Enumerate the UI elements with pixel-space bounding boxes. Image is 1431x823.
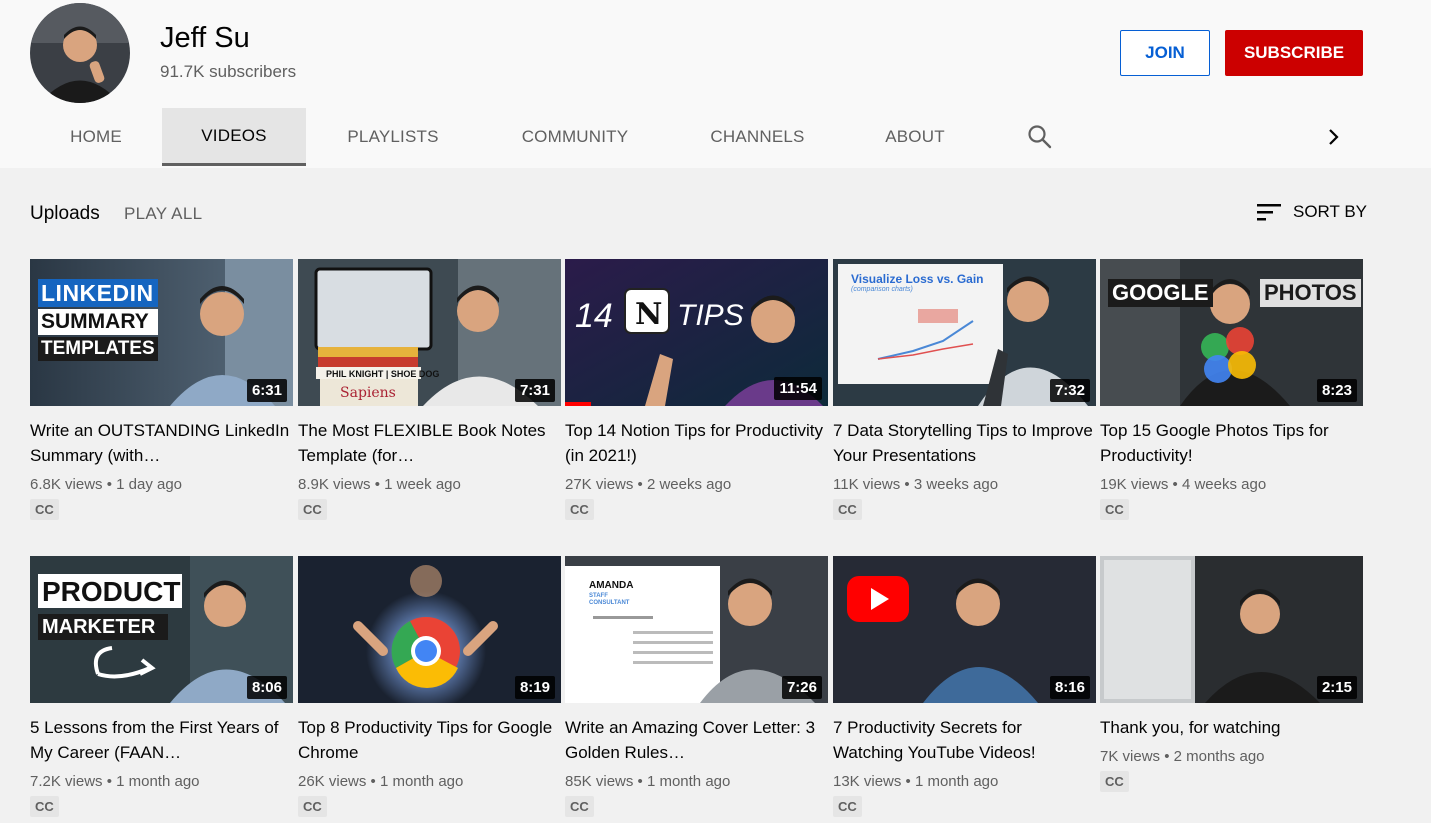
sort-by-label: SORT BY <box>1293 202 1368 221</box>
tab-channels[interactable]: CHANNELS <box>670 108 845 166</box>
video-card[interactable]: PRODUCT MARKETER 8:06 5 Lessons from the… <box>30 556 293 817</box>
video-card[interactable]: PHIL KNIGHT | SHOE DOG Sapiens 7:31 The … <box>298 259 561 520</box>
video-title[interactable]: 7 Data Storytelling Tips to Improve Your… <box>833 418 1096 468</box>
video-title[interactable]: Thank you, for watching <box>1100 715 1363 740</box>
cc-badge: CC <box>1100 499 1129 520</box>
cc-badge: CC <box>1100 771 1129 792</box>
video-duration: 8:06 <box>246 676 287 699</box>
thumbnail-text: STAFF <box>589 593 608 599</box>
join-button[interactable]: JOIN <box>1120 30 1210 76</box>
video-duration: 7:31 <box>514 379 555 402</box>
sort-icon <box>1257 204 1281 221</box>
video-meta: 6.8K views • 1 day ago <box>30 476 183 493</box>
video-thumbnail[interactable]: PHIL KNIGHT | SHOE DOG Sapiens 7:31 <box>298 259 561 406</box>
thumbnail-text: TEMPLATES <box>41 338 155 359</box>
video-meta: 13K views • 1 month ago <box>833 773 999 790</box>
sort-by-button[interactable]: SORT BY <box>1257 200 1367 224</box>
video-title[interactable]: Write an Amazing Cover Letter: 3 Golden … <box>565 715 828 765</box>
video-thumbnail[interactable]: PRODUCT MARKETER 8:06 <box>30 556 293 703</box>
video-thumbnail[interactable]: 8:19 <box>298 556 561 703</box>
thumbnail-text: LINKEDIN <box>41 280 154 306</box>
video-duration: 8:19 <box>514 676 555 699</box>
play-all-button[interactable]: PLAY ALL <box>124 204 202 224</box>
video-meta: 27K views • 2 weeks ago <box>565 476 732 493</box>
video-duration: 8:23 <box>1316 379 1357 402</box>
video-duration: 8:16 <box>1049 676 1090 699</box>
video-title[interactable]: Top 14 Notion Tips for Productivity (in … <box>565 418 828 468</box>
cc-badge: CC <box>833 499 862 520</box>
video-card[interactable]: 14 N TIPS 11:54 Top 14 Notion Tips for P… <box>565 259 828 520</box>
tab-about[interactable]: ABOUT <box>845 108 985 166</box>
cc-badge: CC <box>565 796 594 817</box>
video-meta: 7K views • 2 months ago <box>1100 748 1265 765</box>
thumbnail-text: 14 <box>575 297 613 335</box>
video-card[interactable]: Visualize Loss vs. Gain (comparison char… <box>833 259 1096 520</box>
thumbnail-text: TIPS <box>677 299 744 332</box>
cc-badge: CC <box>298 499 327 520</box>
video-thumbnail[interactable]: 14 N TIPS 11:54 <box>565 259 828 406</box>
thumbnail-text: (comparison charts) <box>851 286 913 293</box>
video-card[interactable]: 2:15 Thank you, for watching 7K views • … <box>1100 556 1363 792</box>
video-card[interactable]: 8:19 Top 8 Productivity Tips for Google … <box>298 556 561 817</box>
cc-badge: CC <box>30 796 59 817</box>
video-card[interactable]: 8:16 7 Productivity Secrets for Watching… <box>833 556 1096 817</box>
thumbnail-text: Sapiens <box>340 385 396 401</box>
cc-badge: CC <box>565 499 594 520</box>
video-title[interactable]: Top 15 Google Photos Tips for Productivi… <box>1100 418 1363 468</box>
video-thumbnail[interactable]: 8:16 <box>833 556 1096 703</box>
cc-badge: CC <box>30 499 59 520</box>
video-title[interactable]: Write an OUTSTANDING LinkedIn Summary (w… <box>30 418 293 468</box>
video-card[interactable]: LINKEDIN SUMMARY TEMPLATES 6:31 Write an… <box>30 259 293 520</box>
tab-community[interactable]: COMMUNITY <box>480 108 670 166</box>
video-duration: 6:31 <box>246 379 287 402</box>
video-duration: 7:26 <box>781 676 822 699</box>
channel-header: Jeff Su 91.7K subscribers JOIN SUBSCRIBE… <box>0 0 1431 168</box>
thumbnail-text: CONSULTANT <box>589 600 630 606</box>
video-thumbnail[interactable]: AMANDA STAFF CONSULTANT 7:26 <box>565 556 828 703</box>
tab-playlists[interactable]: PLAYLISTS <box>306 108 480 166</box>
channel-name: Jeff Su <box>160 22 250 54</box>
channel-avatar[interactable] <box>30 3 130 103</box>
video-meta: 19K views • 4 weeks ago <box>1100 476 1267 493</box>
thumbnail-text: PRODUCT <box>42 576 181 607</box>
video-duration: 2:15 <box>1316 676 1357 699</box>
video-thumbnail[interactable]: GOOGLE PHOTOS 8:23 <box>1100 259 1363 406</box>
thumbnail-text: GOOGLE <box>1108 279 1213 307</box>
video-thumbnail[interactable]: 2:15 <box>1100 556 1363 703</box>
video-meta: 11K views • 3 weeks ago <box>833 476 999 493</box>
video-meta: 7.2K views • 1 month ago <box>30 773 200 790</box>
watch-progress-bar <box>565 402 592 406</box>
video-thumbnail[interactable]: LINKEDIN SUMMARY TEMPLATES 6:31 <box>30 259 293 406</box>
thumbnail-text: N <box>635 297 663 332</box>
cc-badge: CC <box>298 796 327 817</box>
tab-home[interactable]: HOME <box>30 108 162 166</box>
video-meta: 85K views • 1 month ago <box>565 773 731 790</box>
subscribe-button[interactable]: SUBSCRIBE <box>1225 30 1363 76</box>
video-meta: 8.9K views • 1 week ago <box>298 476 461 493</box>
thumbnail-text: Visualize Loss vs. Gain <box>851 272 984 286</box>
thumbnail-text: PHIL KNIGHT | SHOE DOG <box>326 369 440 379</box>
video-title[interactable]: Top 8 Productivity Tips for Google Chrom… <box>298 715 561 765</box>
video-card[interactable]: AMANDA STAFF CONSULTANT 7:26 Write an Am… <box>565 556 828 817</box>
thumbnail-text: AMANDA <box>589 580 634 591</box>
channel-search-icon[interactable] <box>1025 122 1055 152</box>
thumbnail-text: SUMMARY <box>41 310 149 333</box>
thumbnail-text: MARKETER <box>42 616 156 638</box>
video-duration: 7:32 <box>1049 379 1090 402</box>
thumbnail-text: PHOTOS <box>1260 279 1361 307</box>
video-title[interactable]: The Most FLEXIBLE Book Notes Template (f… <box>298 418 561 468</box>
cc-badge: CC <box>833 796 862 817</box>
section-title: Uploads <box>30 203 100 224</box>
chevron-right-icon[interactable] <box>1320 124 1346 150</box>
subscriber-count: 91.7K subscribers <box>160 62 297 81</box>
video-title[interactable]: 5 Lessons from the First Years of My Car… <box>30 715 293 765</box>
tab-videos[interactable]: VIDEOS <box>162 108 306 166</box>
video-title[interactable]: 7 Productivity Secrets for Watching YouT… <box>833 715 1096 765</box>
video-meta: 26K views • 1 month ago <box>298 773 464 790</box>
video-card[interactable]: GOOGLE PHOTOS 8:23 Top 15 Google Photos … <box>1100 259 1363 520</box>
video-duration: 11:54 <box>774 377 822 400</box>
video-thumbnail[interactable]: Visualize Loss vs. Gain (comparison char… <box>833 259 1096 406</box>
